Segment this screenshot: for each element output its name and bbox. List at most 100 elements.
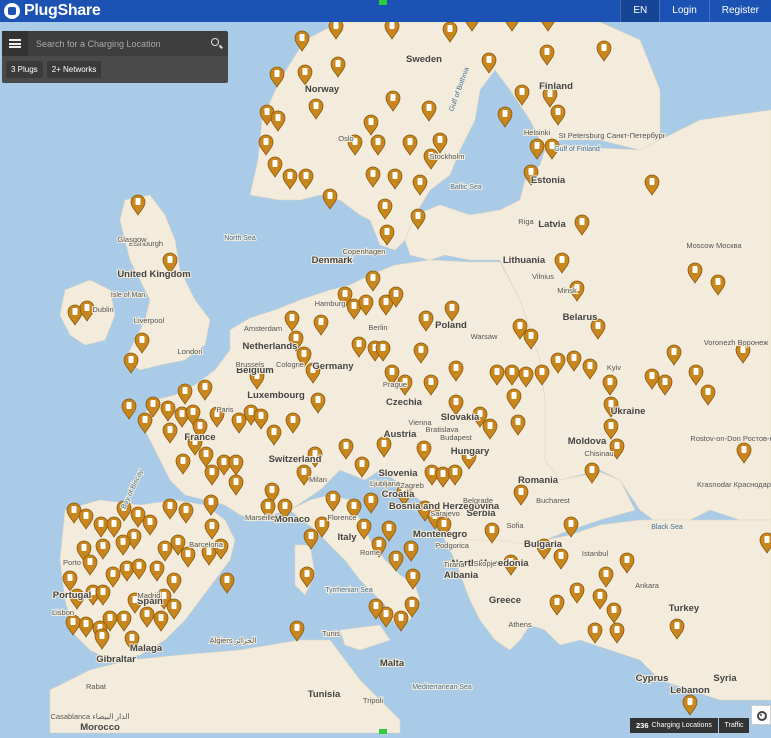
map-label-cities: Ankara [635,581,660,590]
map-label-cities: Sarajevo [430,509,460,518]
map-label-cities: Belgrade [463,496,493,505]
plugshare-logo[interactable]: PlugShare [4,0,101,22]
search-input[interactable] [28,30,206,57]
map-label-countries: Denmark [312,255,353,266]
map-label-cities: Krasnodar Краснодар [697,480,771,489]
map-label-cities: Tirana [444,560,466,569]
map-label-countries: Finland [539,81,573,92]
traffic-toggle-button[interactable]: Traffic [719,718,749,733]
europe-map[interactable]: Sweden Norway Finland Estonia Latvia Lithuani… [0,0,771,734]
map-label-cities: Ljubljana [370,479,401,488]
map-label-countries: Latvia [538,219,566,230]
login-link[interactable]: Login [659,0,708,22]
map-label-cities: Liverpool [134,316,165,325]
map-label-countries: Greece [489,595,521,606]
map-label-cities: Minsk [557,286,577,295]
map-label-cities: Vilnius [532,272,554,281]
map-label-cities: Chisinau [584,449,613,458]
map-label-countries: Montenegro [413,529,468,540]
map-label-countries: Portugal [53,590,92,601]
map-label-cities: Hamburg [315,299,346,308]
map-label-cities: Podgorica [435,541,470,550]
map-label-seas: Mediterranean Sea [412,684,472,691]
map-label-cities: Kyiv [607,363,621,372]
map-label-countries: Lithuania [503,255,546,266]
map-label-cities: Warsaw [471,332,498,341]
locations-count: 236 [636,721,649,730]
map-label-cities: Skopje [474,559,497,568]
map-top-handle[interactable] [379,0,387,5]
map-label-countries: France [184,432,215,443]
map-label-countries: Hungary [451,446,490,457]
locations-count-label: Charging Locations [651,722,712,729]
language-button[interactable]: EN [620,0,660,22]
map-label-seas: Black Sea [651,524,683,531]
map-label-cities: Istanbul [582,549,609,558]
map-label-countries: Moldova [568,436,607,447]
map-canvas[interactable]: Sweden Norway Finland Estonia Latvia Lithuani… [0,0,771,734]
map-label-cities: St Petersburg Санкт-Петербург [559,131,666,140]
my-location-button[interactable] [751,705,771,725]
map-label-cities: Bucharest [536,496,571,505]
locations-count-badge: 236 Charging Locations [630,718,718,733]
map-label-cities: Cologne [276,360,304,369]
map-label-cities: Moscow Москва [686,241,742,250]
map-label-islands: Isle of Man [111,292,145,299]
networks-filter-chip[interactable]: 2+ Networks [46,61,102,78]
map-label-cities: Helsinki [524,128,551,137]
map-label-seas: North Sea [224,235,256,242]
logo-text: PlugShare [24,2,101,19]
search-icon[interactable] [206,31,228,56]
map-label-cities: Rostov-on-Don Ростов-на-Дону [690,434,771,443]
map-label-cities: Zagreb [400,481,424,490]
map-label-cities: London [177,347,202,356]
map-label-cities: Voronezh Воронеж [704,338,769,347]
map-label-cities: Tunis [322,629,340,638]
map-label-countries: Switzerland [269,454,322,465]
map-label-cities: Tripoli [363,696,383,705]
register-link[interactable]: Register [708,0,771,22]
map-label-cities: Berlin [368,323,387,332]
map-label-cities: Budapest [440,433,473,442]
map-label-countries: Morocco [80,722,120,733]
map-label-cities: Sofia [506,521,524,530]
map-label-countries: Lebanon [670,685,710,696]
map-label-countries: Poland [435,320,467,331]
map-label-cities: Barcelona [189,540,224,549]
map-label-countries: Germany [312,361,354,372]
map-label-countries: Monaco [274,514,310,525]
map-label-countries: Austria [384,429,417,440]
map-label-cities: Algiers الجزائر [210,636,257,645]
map-label-countries: Syria [713,673,737,684]
map-label-seas: Gulf of Finland [554,146,600,153]
map-label-cities: Florence [327,513,356,522]
hamburger-menu-icon [9,39,21,48]
map-label-countries: Italy [337,532,357,543]
map-label-countries: Slovakia [441,412,480,423]
search-row [2,30,228,57]
map-label-cities: Amsterdam [244,324,282,333]
map-label-cities: Copenhagen [343,247,386,256]
menu-button[interactable] [2,31,28,56]
map-label-cities: Porto [63,558,81,567]
map-bottom-handle[interactable] [379,729,387,734]
plugs-filter-chip[interactable]: 3 Plugs [6,61,43,78]
map-label-cities: Paris [216,405,233,414]
map-label-countries: Malta [380,658,405,669]
map-label-cities: Casablanca الدار البيضاء [50,712,129,721]
filter-row: 3 Plugs 2+ Networks [2,56,228,83]
map-label-cities: Lisbon [52,608,74,617]
map-label-countries: Turkey [669,603,700,614]
top-links: EN Login Register [620,0,771,22]
map-label-countries: Luxembourg [247,390,305,401]
map-label-countries: Gibraltar [96,654,136,665]
map-label-cities: Stockholm [429,152,464,161]
map-label-countries: Netherlands [243,341,298,352]
map-label-cities: Athens [508,620,532,629]
map-label-cities: Marseille [245,513,275,522]
map-label-countries: Belarus [563,312,598,323]
map-label-cities: Oslo [338,134,353,143]
map-label-cities: Rome [360,548,380,557]
map-label-cities: Riga [518,217,534,226]
map-label-countries: Norway [305,84,340,95]
